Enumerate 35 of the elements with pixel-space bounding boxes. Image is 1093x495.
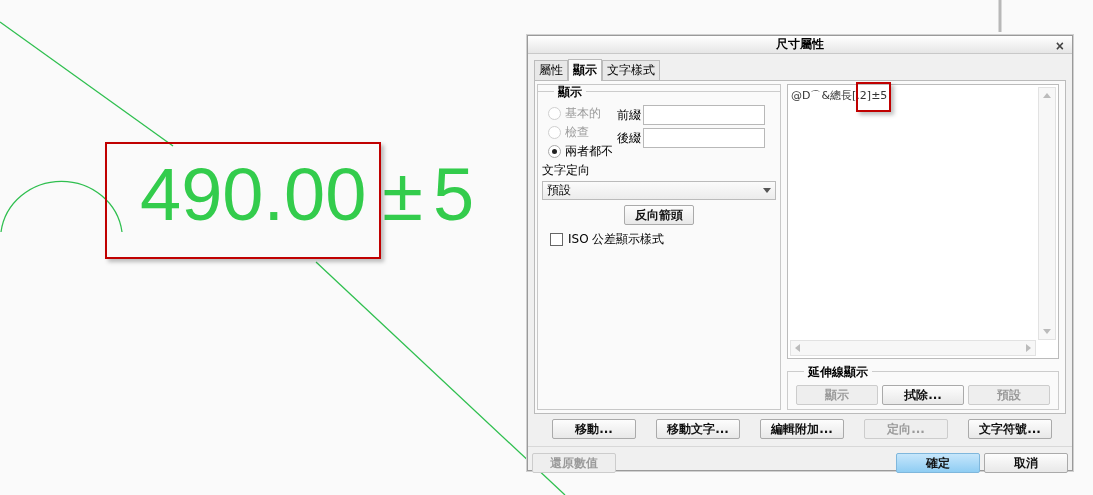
field-label: 後綴 bbox=[617, 129, 641, 147]
input-field[interactable] bbox=[643, 128, 765, 148]
checkbox-option[interactable]: ISO 公差顯示樣式 bbox=[550, 231, 776, 248]
button[interactable]: 移動... bbox=[552, 419, 636, 439]
button[interactable]: 拭除... bbox=[882, 385, 964, 405]
window-title: 尺寸屬性 bbox=[776, 36, 824, 53]
dimension-value: 490.00 bbox=[140, 158, 367, 232]
button[interactable]: 文字符號... bbox=[968, 419, 1052, 439]
plus-minus-symbol: ± bbox=[382, 158, 423, 232]
input-field[interactable] bbox=[643, 105, 765, 125]
scroll-right-icon[interactable] bbox=[1026, 344, 1031, 352]
vertical-scrollbar[interactable] bbox=[1038, 87, 1056, 340]
horizontal-scrollbar[interactable] bbox=[790, 340, 1036, 356]
flip-arrows-button[interactable]: 反向箭頭 bbox=[624, 205, 694, 225]
field-label: 前綴 bbox=[617, 106, 641, 124]
checkbox-icon[interactable] bbox=[550, 233, 563, 246]
ok-button[interactable]: 確定 bbox=[896, 453, 980, 473]
group-title: 延伸線顯示 bbox=[804, 365, 872, 379]
button[interactable]: 移動文字... bbox=[656, 419, 740, 439]
scroll-left-icon[interactable] bbox=[795, 344, 800, 352]
button[interactable]: 編輯附加... bbox=[760, 419, 844, 439]
radio-icon[interactable] bbox=[548, 145, 561, 158]
close-button[interactable]: × bbox=[1053, 39, 1066, 53]
tolerance-value: 5 bbox=[432, 158, 475, 232]
dropdown[interactable]: 預設 bbox=[542, 181, 776, 200]
tab[interactable]: 屬性 bbox=[534, 60, 568, 80]
caret-icon bbox=[763, 188, 771, 193]
tab[interactable]: 顯示 bbox=[568, 59, 602, 81]
tab[interactable]: 文字樣式 bbox=[602, 60, 660, 80]
radio-option[interactable]: 兩者都不 bbox=[548, 143, 613, 160]
scroll-up-icon[interactable] bbox=[1043, 93, 1051, 98]
scroll-down-icon[interactable] bbox=[1043, 329, 1051, 334]
cancel-button[interactable]: 取消 bbox=[984, 453, 1068, 473]
group-title: 顯示 bbox=[554, 85, 586, 99]
field-label: 文字定向 bbox=[542, 162, 591, 179]
